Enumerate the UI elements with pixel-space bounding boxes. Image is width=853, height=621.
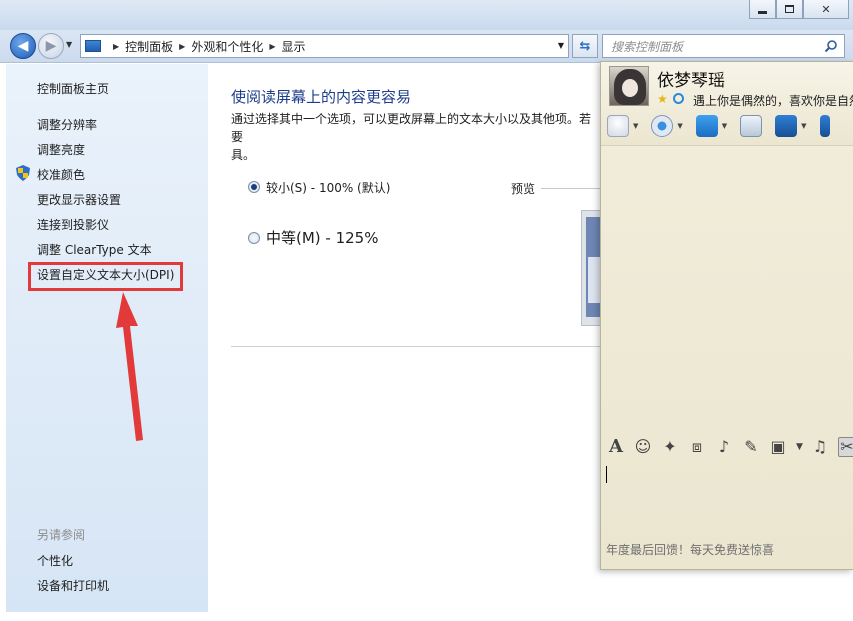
page-title: 使阅读屏幕上的内容更容易	[231, 88, 412, 106]
folder-transfer-icon	[695, 115, 718, 137]
chevron-down-icon[interactable]: ▼	[677, 122, 682, 130]
remote-desktop-button[interactable]: ▼	[775, 115, 807, 137]
forward-arrow-icon: ▶	[45, 38, 57, 54]
section-divider	[231, 346, 611, 347]
breadcrumb-appearance[interactable]: 外观和个性化	[191, 38, 263, 55]
breadcrumb-control-panel[interactable]: 控制面板	[125, 38, 173, 55]
chevron-down-icon[interactable]: ▼	[796, 438, 803, 456]
breadcrumb-display[interactable]: 显示	[282, 38, 306, 55]
voice-call-button[interactable]: ▼	[607, 115, 638, 137]
voice-icon[interactable]: ♪	[715, 438, 733, 456]
maximize-button[interactable]	[776, 0, 803, 19]
sidebar-item-devices-printers[interactable]: 设备和打印机	[37, 577, 109, 594]
font-icon[interactable]: A	[607, 438, 625, 456]
option-medium-label[interactable]: 中等(M) - 125%	[266, 227, 378, 248]
screen-button[interactable]	[819, 115, 830, 137]
page-description: 通过选择其中一个选项，可以更改屏幕上的文本大小以及其他项。若要 具。	[231, 110, 601, 164]
sidebar-item-connect-projector[interactable]: 连接到投影仪	[37, 216, 109, 233]
window-controls: ✕	[749, 0, 849, 19]
sidebar-item-calibrate-color[interactable]: 校准颜色	[37, 166, 85, 183]
search-icon[interactable]	[824, 39, 838, 53]
sidebar-item-control-panel-home[interactable]: 控制面板主页	[37, 80, 109, 97]
radio-small[interactable]	[248, 181, 260, 193]
screen-icon	[819, 115, 830, 137]
chevron-right-icon[interactable]: ▶	[269, 42, 275, 51]
refresh-button[interactable]: ⇆	[572, 34, 598, 58]
highlight-box	[28, 262, 183, 291]
maximize-icon	[785, 5, 794, 13]
preview-divider	[541, 188, 601, 189]
file-transfer-button[interactable]: ▼	[695, 115, 727, 137]
signature-icon	[673, 93, 684, 104]
description-line1: 通过选择其中一个选项，可以更改屏幕上的文本大小以及其他项。若要	[231, 112, 592, 144]
close-button[interactable]: ✕	[803, 0, 849, 19]
shake-icon[interactable]: ⧈	[688, 438, 706, 456]
magic-icon[interactable]: ✦	[661, 438, 679, 456]
chevron-right-icon[interactable]: ▶	[113, 42, 119, 51]
search-placeholder: 搜索控制面板	[611, 39, 684, 54]
annotation-arrow-icon	[116, 292, 143, 441]
image-icon[interactable]: ▣	[769, 438, 787, 456]
refresh-icon: ⇆	[579, 38, 591, 54]
back-arrow-icon: ◀	[17, 38, 29, 54]
message-icon	[740, 115, 763, 137]
qq-chat-window: 依梦琴瑶 ★ 遇上你是偶然的，喜欢你是自然 ▼ ▼ ▼ ▼ A ☺ ✦ ⧈ ♪ …	[600, 61, 853, 570]
chevron-right-icon[interactable]: ▶	[179, 42, 185, 51]
sidebar-item-personalization[interactable]: 个性化	[37, 552, 73, 569]
close-icon: ✕	[821, 2, 831, 16]
title-bar: ✕	[0, 0, 853, 30]
minimize-icon	[758, 10, 767, 14]
scissors-icon[interactable]: ✂	[837, 437, 853, 457]
shield-icon	[16, 165, 30, 181]
star-icon: ★	[657, 92, 668, 106]
control-panel-icon	[85, 40, 101, 52]
message-button[interactable]	[740, 115, 763, 137]
navigation-bar: ◀ ▶ ▼ ▶ 控制面板 ▶ 外观和个性化 ▶ 显示 ▼ ⇆ 搜索控制面板	[0, 30, 853, 63]
edit-icon[interactable]: ✎	[742, 438, 760, 456]
music-icon[interactable]: ♫	[811, 438, 829, 456]
sidebar: 控制面板主页 调整分辨率 调整亮度 校准颜色 更改显示器设置 连接到投影仪 调整…	[6, 64, 208, 612]
chat-history[interactable]	[601, 147, 853, 430]
search-input[interactable]: 搜索控制面板	[602, 34, 845, 58]
option-small-label[interactable]: 较小(S) - 100% (默认)	[266, 179, 390, 196]
chevron-down-icon[interactable]: ▼	[558, 41, 564, 50]
video-call-button[interactable]: ▼	[651, 115, 683, 137]
chevron-down-icon[interactable]: ▼	[801, 122, 806, 130]
radio-medium[interactable]	[248, 232, 260, 244]
sidebar-item-change-display-settings[interactable]: 更改显示器设置	[37, 191, 121, 208]
description-line2: 具。	[231, 148, 256, 162]
ad-text[interactable]: 年度最后回馈！每天免费送惊喜	[606, 541, 774, 558]
back-button[interactable]: ◀	[10, 33, 36, 59]
avatar[interactable]	[609, 66, 649, 106]
input-toolbar: A ☺ ✦ ⧈ ♪ ✎ ▣ ▼ ♫ ✂	[607, 436, 853, 458]
sidebar-item-adjust-resolution[interactable]: 调整分辨率	[37, 116, 97, 133]
contact-status: 遇上你是偶然的，喜欢你是自然	[693, 94, 853, 108]
chevron-down-icon[interactable]: ▼	[633, 122, 638, 130]
chat-header: 依梦琴瑶 ★ 遇上你是偶然的，喜欢你是自然 ▼ ▼ ▼ ▼	[601, 62, 853, 146]
sidebar-item-cleartype[interactable]: 调整 ClearType 文本	[37, 241, 152, 258]
remote-desktop-icon	[775, 115, 798, 137]
chat-toolbar: ▼ ▼ ▼ ▼	[607, 112, 843, 140]
history-dropdown-button[interactable]: ▼	[66, 40, 72, 49]
text-caret	[606, 466, 607, 483]
minimize-button[interactable]	[749, 0, 776, 19]
preview-label: 预览	[511, 182, 536, 196]
message-input[interactable]	[601, 460, 853, 540]
sidebar-item-adjust-brightness[interactable]: 调整亮度	[37, 141, 85, 158]
camera-icon	[651, 115, 674, 137]
contact-name: 依梦琴瑶	[657, 71, 725, 91]
chevron-down-icon[interactable]: ▼	[722, 122, 727, 130]
mic-icon	[607, 115, 629, 137]
emoji-icon[interactable]: ☺	[634, 438, 652, 456]
address-bar[interactable]: ▶ 控制面板 ▶ 外观和个性化 ▶ 显示 ▼	[80, 34, 569, 58]
see-also-heading: 另请参阅	[37, 528, 86, 542]
forward-button[interactable]: ▶	[38, 33, 64, 59]
